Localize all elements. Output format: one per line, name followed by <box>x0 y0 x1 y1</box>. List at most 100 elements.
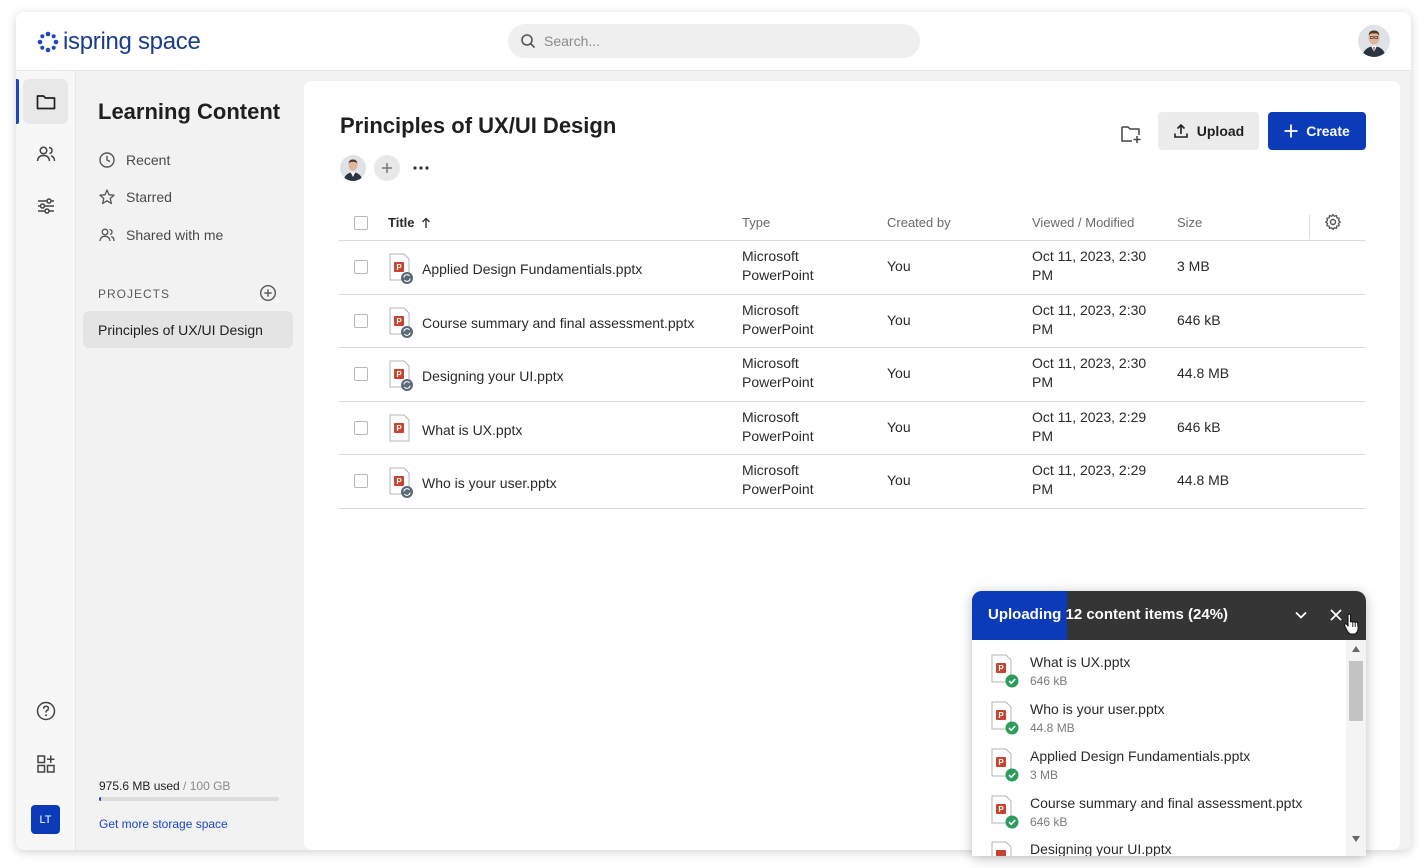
upload-item[interactable]: P What is UX.pptx 646 kB <box>990 654 1130 688</box>
upload-item-name: Who is your user.pptx <box>1030 701 1165 717</box>
user-initials-badge[interactable]: LT <box>31 805 60 834</box>
storage-usage: 975.6 MB used / 100 GB <box>99 779 230 793</box>
rail-apps-button[interactable] <box>23 741 68 786</box>
table-header: Title Type Created by Viewed / Modified … <box>338 205 1366 241</box>
nav-item-recent[interactable]: Recent <box>98 149 170 171</box>
rail-settings-button[interactable] <box>23 183 68 228</box>
file-title[interactable]: Applied Design Fundamentials.pptx <box>422 261 642 277</box>
user-avatar[interactable] <box>1358 25 1390 57</box>
upload-panel-header: Uploading 12 content items (24%) <box>972 591 1366 640</box>
row-checkbox[interactable] <box>354 313 368 328</box>
rail-content-button[interactable] <box>23 79 68 124</box>
upload-button[interactable]: Upload <box>1158 112 1259 150</box>
pptx-file-icon: P <box>388 307 414 339</box>
rail-help-button[interactable] <box>23 688 68 733</box>
add-project-button[interactable] <box>259 284 277 307</box>
nav-item-shared[interactable]: Shared with me <box>98 224 223 246</box>
size-cell: 646 kB <box>1177 418 1221 435</box>
column-header-modified[interactable]: Viewed / Modified <box>1032 215 1134 230</box>
column-header-size[interactable]: Size <box>1177 215 1202 230</box>
modified-line: Oct 11, 2023, 2:30 <box>1032 301 1147 318</box>
more-options-button[interactable] <box>408 155 434 181</box>
modified-line: PM <box>1032 374 1053 390</box>
create-button[interactable]: Create <box>1268 112 1366 150</box>
get-more-storage-link[interactable]: Get more storage space <box>99 817 228 831</box>
svg-text:P: P <box>998 758 1004 767</box>
row-checkbox[interactable] <box>354 420 368 435</box>
modified-line: Oct 11, 2023, 2:29 <box>1032 408 1147 425</box>
pptx-uploaded-icon: P <box>991 701 1019 735</box>
more-horizontal-icon <box>413 166 429 170</box>
row-checkbox[interactable] <box>354 367 368 381</box>
scrollbar-thumb[interactable] <box>1349 661 1363 721</box>
search-icon <box>521 34 535 48</box>
pptx-uploaded-icon: P <box>991 748 1019 782</box>
new-folder-button[interactable] <box>1116 119 1146 149</box>
upload-item-size: 646 kB <box>1030 815 1068 829</box>
file-title[interactable]: What is UX.pptx <box>422 422 522 438</box>
pptx-uploaded-icon <box>991 841 1012 856</box>
search-input[interactable] <box>544 33 884 49</box>
scroll-up-arrow-icon[interactable] <box>1352 646 1360 652</box>
modified-line: PM <box>1032 481 1053 497</box>
select-all-checkbox[interactable] <box>354 216 368 230</box>
collapse-panel-button[interactable] <box>1290 604 1312 626</box>
upload-item-size: 646 kB <box>1030 674 1068 688</box>
upload-item-name: What is UX.pptx <box>1030 654 1131 670</box>
projects-heading: PROJECTS <box>98 287 171 301</box>
modified-line: Oct 11, 2023, 2:30 <box>1032 355 1147 371</box>
row-checkbox[interactable] <box>354 260 368 274</box>
rail-users-button[interactable] <box>23 131 68 176</box>
type-line: PowerPoint <box>742 320 814 337</box>
row-checkbox[interactable] <box>354 474 368 488</box>
logo-text: ispring space <box>63 28 201 55</box>
modified-cell: Oct 11, 2023, 2:30 PM <box>1032 247 1146 285</box>
upload-item[interactable]: Designing your UI.pptx <box>990 841 1172 856</box>
column-header-title[interactable]: Title <box>388 215 431 230</box>
search-bar[interactable] <box>508 24 920 58</box>
upload-item[interactable]: P Course summary and final assessment.pp… <box>990 795 1302 829</box>
ispring-logo-icon <box>37 31 59 53</box>
add-member-button[interactable] <box>374 155 400 181</box>
checkbox-box <box>354 367 368 381</box>
column-header-type[interactable]: Type <box>742 215 770 230</box>
file-title[interactable]: Course summary and final assessment.pptx <box>422 315 694 331</box>
project-members <box>340 155 434 181</box>
table-row[interactable]: P Course summary and final assessment.pp… <box>338 295 1366 348</box>
upload-list-scrollbar[interactable] <box>1346 640 1366 856</box>
file-title[interactable]: Designing your UI.pptx <box>422 368 564 384</box>
table-settings-button[interactable] <box>1324 213 1342 234</box>
type-line: Microsoft <box>742 408 799 425</box>
upload-item[interactable]: P Applied Design Fundamentials.pptx 3 MB <box>990 748 1250 782</box>
pptx-file-icon: P <box>388 414 414 446</box>
project-item[interactable]: Principles of UX/UI Design <box>83 311 293 348</box>
svg-text:P: P <box>998 664 1004 673</box>
upload-item-name: Designing your UI.pptx <box>1030 841 1172 856</box>
member-avatar[interactable] <box>340 155 366 181</box>
users-icon <box>36 145 55 161</box>
table-row[interactable]: P What is UX.pptx Microsoft PowerPoint Yo… <box>338 402 1366 455</box>
table-row[interactable]: P Designing your UI.pptx Microsoft PowerP… <box>338 348 1366 402</box>
plus-icon <box>382 163 392 173</box>
table-row[interactable]: P Who is your user.pptx Microsoft PowerPo… <box>338 455 1366 509</box>
type-line: PowerPoint <box>742 481 814 497</box>
file-title[interactable]: Who is your user.pptx <box>422 475 557 491</box>
modified-line: PM <box>1032 427 1053 444</box>
checkbox-box <box>354 216 368 230</box>
close-icon <box>1330 609 1342 621</box>
scroll-down-arrow-icon[interactable] <box>1352 836 1360 842</box>
create-button-label: Create <box>1306 123 1350 139</box>
avatar-photo <box>340 155 366 181</box>
table-row[interactable]: P Applied Design Fundamentials.pptx Micr… <box>338 241 1366 295</box>
logo[interactable]: ispring space <box>37 28 201 56</box>
created-by-cell: You <box>887 418 911 435</box>
upload-panel-title: Uploading 12 content items (24%) <box>988 606 1229 623</box>
svg-text:P: P <box>396 263 402 272</box>
upload-item-size: 3 MB <box>1030 768 1059 782</box>
column-header-created-by[interactable]: Created by <box>887 215 951 230</box>
upload-button-label: Upload <box>1196 123 1245 139</box>
nav-item-starred[interactable]: Starred <box>98 186 172 208</box>
storage-total: / 100 GB <box>179 779 231 793</box>
star-icon <box>99 189 115 205</box>
upload-item[interactable]: P Who is your user.pptx 44.8 MB <box>990 701 1165 735</box>
